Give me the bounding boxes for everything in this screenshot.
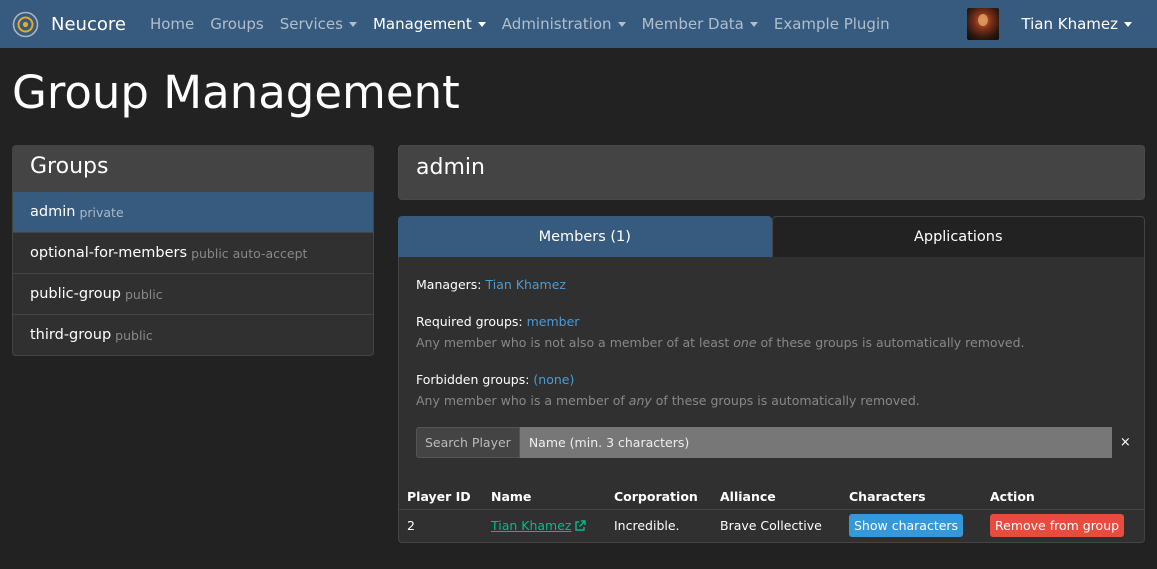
group-visibility: private	[79, 204, 124, 220]
column-header-alliance: Alliance	[712, 483, 841, 510]
forbidden-groups-note: Any member who is a member of any of the…	[416, 393, 920, 408]
required-group-link[interactable]: member	[527, 314, 580, 329]
members-panel: Managers: Tian Khamez Required groups: m…	[398, 257, 1145, 543]
user-name: Tian Khamez	[1021, 15, 1118, 33]
caret-down-icon	[617, 21, 626, 27]
selected-group-header: admin	[398, 145, 1145, 200]
remove-from-group-button[interactable]: Remove from group	[990, 514, 1125, 538]
user-menu[interactable]: Tian Khamez	[967, 8, 1132, 40]
table-header-row: Player ID Name Corporation Alliance Char…	[399, 483, 1144, 510]
nav-administration-label: Administration	[501, 15, 612, 33]
nav-services-label: Services	[279, 15, 343, 33]
corporation-cell: Incredible.	[614, 518, 680, 534]
nav-example-plugin-label: Example Plugin	[773, 15, 890, 33]
note-text: of these groups is automatically removed…	[651, 393, 920, 408]
note-text: Any member who is not also a member of a…	[416, 335, 734, 350]
group-item-public-group[interactable]: public-group public	[13, 273, 373, 314]
forbidden-groups-label: Forbidden groups:	[416, 372, 530, 387]
user-dropdown[interactable]: Tian Khamez	[1021, 15, 1132, 33]
external-link-icon	[574, 520, 586, 531]
required-groups-label: Required groups:	[416, 314, 523, 329]
action-cell: Remove from group	[982, 509, 1144, 542]
neucore-logo-icon	[12, 11, 39, 37]
nav-example-plugin[interactable]: Example Plugin	[766, 15, 898, 33]
avatar[interactable]	[967, 8, 1000, 40]
group-name: admin	[30, 204, 76, 220]
top-navbar: Neucore Home Groups Services Management …	[0, 0, 1157, 48]
tab-members[interactable]: Members (1)	[398, 216, 772, 258]
nav-management-label: Management	[372, 15, 472, 33]
group-visibility: public auto-accept	[191, 245, 308, 261]
managers-label: Managers:	[416, 277, 482, 292]
characters-cell: Show characters	[841, 509, 982, 542]
column-header-action: Action	[982, 483, 1144, 510]
manager-link[interactable]: Tian Khamez	[486, 277, 567, 292]
nav-services-dropdown[interactable]: Services	[272, 15, 365, 33]
player-name-link[interactable]: Tian Khamez	[491, 518, 572, 533]
required-groups-line: Required groups: member	[416, 314, 579, 329]
column-header-name: Name	[483, 483, 606, 510]
show-characters-button[interactable]: Show characters	[849, 514, 964, 538]
note-text: Any member who is a member of	[416, 393, 629, 408]
tab-applications[interactable]: Applications	[771, 216, 1145, 258]
nav-groups-label: Groups	[210, 15, 264, 33]
nav-home-label: Home	[149, 15, 195, 33]
nav-member-data-dropdown[interactable]: Member Data	[634, 15, 766, 33]
caret-down-icon	[749, 21, 758, 27]
note-text: of these groups is automatically removed…	[756, 335, 1025, 350]
members-table: Player ID Name Corporation Alliance Char…	[399, 483, 1144, 542]
note-emphasis: any	[628, 393, 652, 408]
clear-search-button[interactable]: ×	[1120, 435, 1131, 450]
group-visibility: public	[115, 327, 153, 343]
group-tabs: Members (1) Applications	[398, 216, 1145, 258]
search-player-row: Search Player ×	[416, 427, 1132, 458]
forbidden-groups-line: Forbidden groups: (none)	[416, 372, 574, 387]
brand-name: Neucore	[51, 13, 126, 35]
nav-administration-dropdown[interactable]: Administration	[494, 15, 634, 33]
column-header-characters: Characters	[841, 483, 982, 510]
nav-management-dropdown[interactable]: Management	[365, 15, 494, 33]
group-name: optional-for-members	[30, 245, 188, 261]
alliance-cell: Brave Collective	[720, 518, 822, 534]
group-item-admin[interactable]: admin private	[13, 191, 373, 232]
column-header-player-id: Player ID	[399, 483, 483, 510]
group-item-optional-for-members[interactable]: optional-for-members public auto-accept	[13, 232, 373, 273]
table-row: 2 Tian Khamez Incredible. Brave Collecti…	[399, 509, 1144, 542]
nav-groups[interactable]: Groups	[202, 15, 271, 33]
group-name: public-group	[30, 286, 121, 302]
group-visibility: public	[124, 286, 163, 302]
page-title: Group Management	[12, 66, 460, 119]
group-name: third-group	[30, 327, 112, 343]
caret-down-icon	[348, 21, 357, 27]
search-player-label: Search Player	[416, 427, 520, 458]
note-emphasis: one	[733, 335, 757, 350]
player-id-cell: 2	[407, 518, 415, 534]
group-item-third-group[interactable]: third-group public	[13, 314, 373, 355]
column-header-corporation: Corporation	[606, 483, 712, 510]
main-nav: Home Groups Services Management Administ…	[142, 15, 898, 33]
required-groups-note: Any member who is not also a member of a…	[416, 335, 1025, 350]
groups-card: Groups admin private optional-for-member…	[12, 145, 374, 356]
player-name-cell: Tian Khamez	[483, 509, 606, 542]
nav-member-data-label: Member Data	[641, 15, 744, 33]
nav-home[interactable]: Home	[142, 15, 202, 33]
groups-header: Groups	[13, 146, 373, 191]
brand[interactable]: Neucore	[12, 11, 126, 38]
caret-down-icon	[1124, 21, 1132, 27]
forbidden-groups-value: (none)	[533, 372, 575, 387]
managers-line: Managers: Tian Khamez	[416, 277, 566, 292]
search-player-input[interactable]	[519, 427, 1112, 458]
caret-down-icon	[477, 21, 486, 27]
